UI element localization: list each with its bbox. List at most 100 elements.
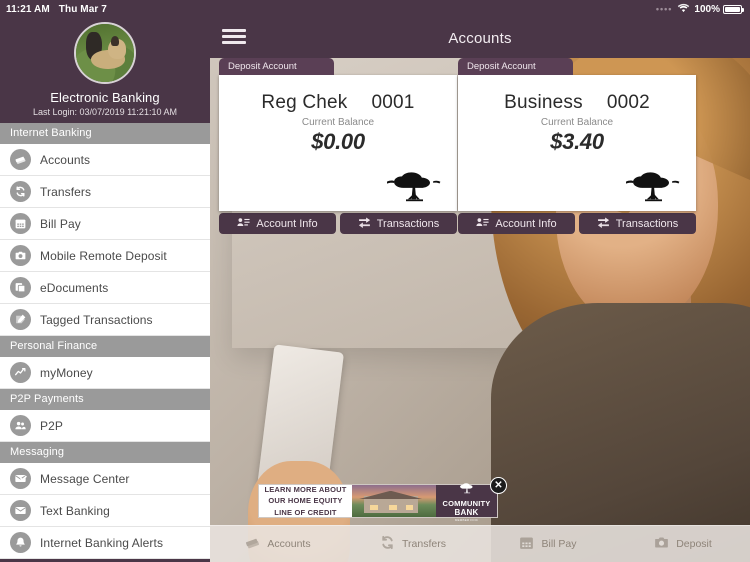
tab-label: Bill Pay bbox=[541, 538, 577, 550]
status-bar: 11:21 AM Thu Mar 7 bbox=[0, 0, 210, 18]
signal-dots-icon: •••• bbox=[655, 4, 673, 14]
account-info-button[interactable]: Account Info bbox=[219, 213, 336, 234]
wifi-icon bbox=[677, 3, 690, 16]
account-number: 0001 bbox=[371, 92, 415, 113]
account-info-icon bbox=[237, 217, 250, 231]
sidebar-item-transfers[interactable]: Transfers bbox=[0, 176, 210, 208]
calendar-icon bbox=[10, 213, 31, 234]
ad-bank-logo: COMMUNITY BANK MEMBER FDIC bbox=[436, 482, 497, 522]
account-heading: Business 0002 bbox=[458, 75, 696, 114]
hamburger-icon[interactable] bbox=[222, 27, 246, 46]
sidebar-item-internet-banking-alerts[interactable]: Internet Banking Alerts bbox=[0, 527, 210, 559]
sidebar-item-edocuments[interactable]: eDocuments bbox=[0, 272, 210, 304]
account-info-icon bbox=[476, 217, 489, 231]
transactions-button[interactable]: Transactions bbox=[340, 213, 457, 234]
envelope-icon bbox=[10, 500, 31, 521]
transactions-button[interactable]: Transactions bbox=[579, 213, 696, 234]
section-header-personal-finance: Personal Finance bbox=[0, 336, 210, 357]
tag-edit-icon bbox=[10, 309, 31, 330]
transactions-label: Transactions bbox=[376, 217, 440, 230]
battery-icon bbox=[723, 4, 744, 14]
sidebar-item-accounts[interactable]: Accounts bbox=[0, 144, 210, 176]
account-card: Deposit Account Business 0002 Current Ba… bbox=[458, 58, 696, 234]
profile-block: Electronic Banking Last Login: 03/07/201… bbox=[0, 18, 210, 117]
sidebar-item-label: Internet Banking Alerts bbox=[40, 535, 164, 550]
profile-name: Electronic Banking bbox=[50, 90, 160, 105]
sidebar-item-mymoney[interactable]: myMoney bbox=[0, 357, 210, 389]
sidebar-item-label: Mobile Remote Deposit bbox=[40, 248, 167, 263]
refresh-icon bbox=[10, 181, 31, 202]
ad-line-2: OUR HOME EQUITY bbox=[268, 496, 343, 506]
bottom-tab-bar: Accounts Transfers Bill Pay Deposit bbox=[210, 525, 750, 562]
account-info-label: Account Info bbox=[256, 217, 318, 230]
documents-icon bbox=[10, 277, 31, 298]
accounts-list: Deposit Account Reg Chek 0001 Current Ba… bbox=[210, 58, 750, 234]
account-name: Business bbox=[504, 92, 583, 113]
bell-icon bbox=[10, 532, 31, 553]
sidebar-item-label: Tagged Transactions bbox=[40, 312, 153, 327]
account-type-tab: Deposit Account bbox=[458, 58, 573, 75]
section-header-internet-banking: Internet Banking bbox=[0, 123, 210, 144]
transactions-label: Transactions bbox=[615, 217, 679, 230]
sidebar-item-label: P2P bbox=[40, 418, 63, 433]
sidebar-item-bill-pay[interactable]: Bill Pay bbox=[0, 208, 210, 240]
ad-logo-line-1: COMMUNITY bbox=[442, 498, 491, 508]
sidebar-item-label: myMoney bbox=[40, 365, 93, 380]
cards-icon bbox=[244, 534, 261, 554]
tab-label: Deposit bbox=[676, 538, 712, 550]
app-root: 11:21 AM Thu Mar 7 Electronic Banking La… bbox=[0, 0, 750, 562]
account-card-body[interactable]: Business 0002 Current Balance $3.40 bbox=[458, 75, 696, 211]
account-info-label: Account Info bbox=[495, 217, 557, 230]
section-header-messaging: Messaging bbox=[0, 442, 210, 463]
sidebar-item-message-center[interactable]: Message Center bbox=[0, 463, 210, 495]
top-bar: •••• 100% Accounts bbox=[210, 0, 750, 58]
ad-logo-line-2: BANK bbox=[454, 507, 479, 517]
status-indicators: •••• 100% bbox=[210, 0, 750, 18]
account-actions: Account Info Transactions bbox=[458, 213, 696, 234]
chart-icon bbox=[10, 362, 31, 383]
camera-icon bbox=[653, 534, 670, 554]
account-type-tab: Deposit Account bbox=[219, 58, 334, 75]
close-icon[interactable]: ✕ bbox=[490, 477, 507, 494]
section-header-p2p-payments: P2P Payments bbox=[0, 389, 210, 410]
avatar[interactable] bbox=[74, 22, 136, 84]
sidebar-item-label: Accounts bbox=[40, 152, 91, 167]
balance-amount: $3.40 bbox=[550, 129, 604, 154]
camera-icon bbox=[10, 245, 31, 266]
account-info-button[interactable]: Account Info bbox=[458, 213, 575, 234]
sidebar-item-p2p[interactable]: P2P bbox=[0, 410, 210, 442]
tree-logo-icon bbox=[457, 481, 477, 499]
account-card-body[interactable]: Reg Chek 0001 Current Balance $0.00 bbox=[219, 75, 457, 211]
balance-amount: $0.00 bbox=[311, 129, 365, 154]
cards-icon bbox=[10, 149, 31, 170]
avatar-dog-ear bbox=[110, 35, 119, 47]
ad-banner[interactable]: LEARN MORE ABOUT OUR HOME EQUITY LINE OF… bbox=[258, 477, 507, 522]
refresh-icon bbox=[379, 534, 396, 554]
account-name: Reg Chek bbox=[261, 92, 348, 113]
sidebar-item-text-banking[interactable]: Text Banking bbox=[0, 495, 210, 527]
status-bar-date: Thu Mar 7 bbox=[58, 3, 107, 15]
tab-deposit[interactable]: Deposit bbox=[615, 526, 750, 562]
sidebar-item-label: eDocuments bbox=[40, 280, 109, 295]
sidebar-item-label: Bill Pay bbox=[40, 216, 81, 231]
sidebar-item-tagged-transactions[interactable]: Tagged Transactions bbox=[0, 304, 210, 336]
sidebar: 11:21 AM Thu Mar 7 Electronic Banking La… bbox=[0, 0, 210, 562]
ad-house-image bbox=[352, 485, 436, 517]
sidebar-item-mobile-remote-deposit[interactable]: Mobile Remote Deposit bbox=[0, 240, 210, 272]
ad-text: LEARN MORE ABOUT OUR HOME EQUITY LINE OF… bbox=[259, 485, 352, 517]
tab-transfers[interactable]: Transfers bbox=[345, 526, 480, 562]
page-title: Accounts bbox=[448, 29, 512, 47]
transactions-icon bbox=[358, 216, 371, 231]
account-actions: Account Info Transactions bbox=[219, 213, 457, 234]
account-heading: Reg Chek 0001 bbox=[219, 75, 457, 114]
photo-body bbox=[490, 303, 750, 562]
tab-accounts[interactable]: Accounts bbox=[210, 526, 345, 562]
ad-house-window bbox=[370, 504, 379, 510]
tab-bill-pay[interactable]: Bill Pay bbox=[480, 526, 615, 562]
tree-logo-icon bbox=[385, 169, 443, 203]
ad-house-window bbox=[405, 504, 414, 510]
balance-label: Current Balance bbox=[301, 117, 375, 128]
tab-label: Transfers bbox=[402, 538, 446, 550]
account-number: 0002 bbox=[606, 92, 650, 113]
sidebar-item-label: Message Center bbox=[40, 471, 130, 486]
